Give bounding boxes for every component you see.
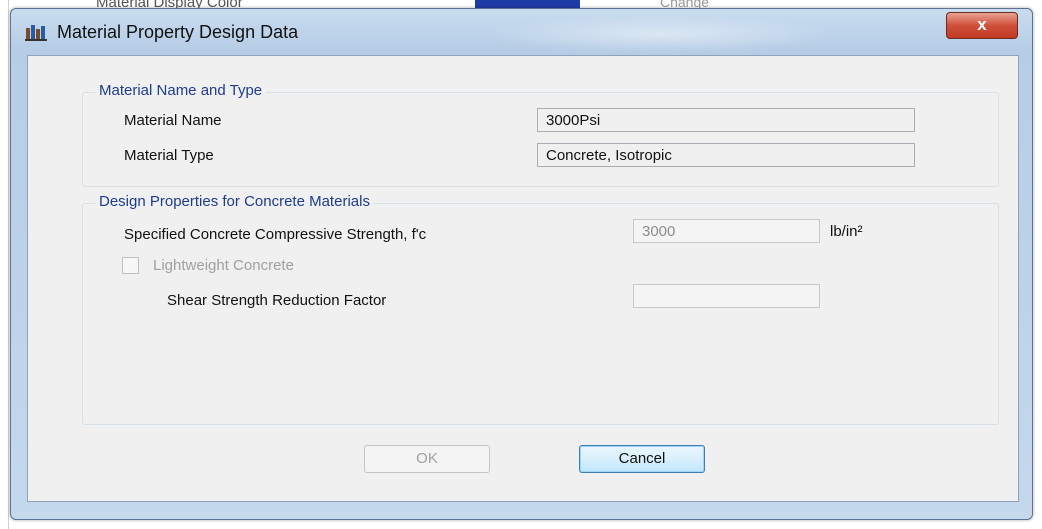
title-bar-reflection bbox=[481, 15, 841, 53]
dialog-title: Material Property Design Data bbox=[57, 22, 299, 42]
close-button[interactable]: x bbox=[946, 12, 1018, 39]
lightweight-concrete-checkbox[interactable] bbox=[122, 257, 139, 274]
dialog-body: Material Name and Type Material Name 300… bbox=[27, 55, 1019, 502]
background-color-swatch bbox=[475, 0, 580, 8]
app-icon bbox=[25, 23, 47, 41]
material-name-label: Material Name bbox=[124, 112, 222, 129]
compressive-strength-field[interactable]: 3000 bbox=[633, 219, 820, 243]
shear-reduction-factor-label: Shear Strength Reduction Factor bbox=[167, 292, 387, 309]
dialog-window: Material Property Design Data x Material… bbox=[10, 8, 1033, 520]
compressive-strength-unit: lb/in² bbox=[830, 223, 863, 240]
concrete-design-properties-group: Design Properties for Concrete Materials… bbox=[82, 193, 999, 425]
material-type-label: Material Type bbox=[124, 147, 214, 164]
compressive-strength-label: Specified Concrete Compressive Strength,… bbox=[124, 226, 427, 243]
background-divider bbox=[8, 0, 9, 529]
material-type-field[interactable]: Concrete, Isotropic bbox=[537, 143, 915, 167]
material-name-field[interactable]: 3000Psi bbox=[537, 108, 915, 132]
shear-reduction-factor-field[interactable] bbox=[633, 284, 820, 308]
material-name-type-group: Material Name and Type Material Name 300… bbox=[82, 82, 999, 187]
group-title: Design Properties for Concrete Materials bbox=[95, 193, 374, 210]
group-title: Material Name and Type bbox=[95, 82, 267, 99]
ok-button[interactable]: OK bbox=[364, 445, 490, 473]
cancel-button[interactable]: Cancel bbox=[579, 445, 705, 473]
lightweight-concrete-label: Lightweight Concrete bbox=[153, 257, 294, 274]
title-bar[interactable]: Material Property Design Data x bbox=[11, 9, 1032, 55]
